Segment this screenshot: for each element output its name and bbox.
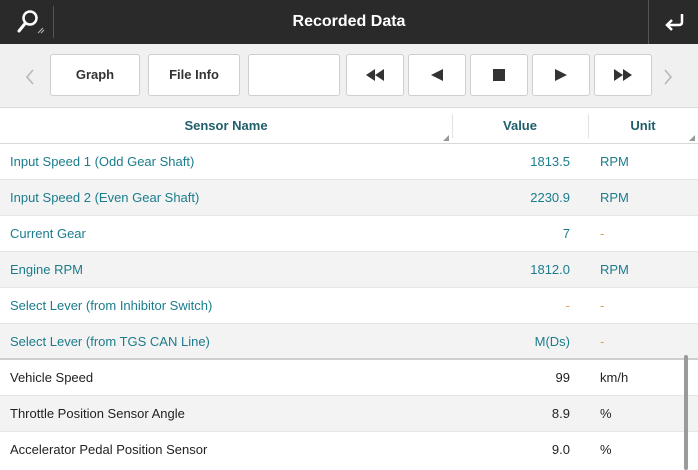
sensor-value: 1813.5 [530, 154, 570, 169]
table-row[interactable]: Current Gear 7 - [0, 216, 698, 252]
sensor-name: Vehicle Speed [10, 370, 94, 385]
back-button[interactable] [648, 0, 698, 44]
table-row[interactable]: Accelerator Pedal Position Sensor 9.0 % [0, 432, 698, 470]
sensor-name: Input Speed 1 (Odd Gear Shaft) [10, 154, 195, 169]
sensor-name: Select Lever (from TGS CAN Line) [10, 334, 210, 349]
stop-icon [493, 69, 505, 81]
column-header-value[interactable]: Value [452, 108, 588, 144]
sensor-name: Input Speed 2 (Even Gear Shaft) [10, 190, 200, 205]
column-header-label: Unit [630, 118, 656, 133]
file-info-button[interactable]: File Info [148, 54, 240, 96]
sensor-name: Engine RPM [10, 262, 83, 277]
resize-handle-icon[interactable] [689, 135, 695, 141]
graph-button[interactable]: Graph [50, 54, 140, 96]
sensor-unit: % [600, 406, 612, 421]
sensor-value: 99 [555, 370, 570, 385]
table-row[interactable]: Input Speed 1 (Odd Gear Shaft) 1813.5 RP… [0, 144, 698, 180]
table-row[interactable]: Select Lever (from Inhibitor Switch) - - [0, 288, 698, 324]
chevron-left-icon[interactable] [24, 68, 36, 86]
sensor-name: Current Gear [10, 226, 86, 241]
sensor-unit: RPM [600, 190, 629, 205]
table-row[interactable]: Vehicle Speed 99 km/h [0, 360, 698, 396]
sensor-unit: RPM [600, 262, 629, 277]
table-row[interactable]: Engine RPM 1812.0 RPM [0, 252, 698, 288]
rewind-icon [366, 69, 384, 81]
sensor-value: 1812.0 [530, 262, 570, 277]
title-bar: Recorded Data [0, 0, 698, 44]
sensor-unit: km/h [600, 370, 629, 385]
sensor-name: Select Lever (from Inhibitor Switch) [10, 298, 213, 313]
stop-button[interactable] [470, 54, 528, 96]
resize-handle-icon[interactable] [443, 135, 449, 141]
sensor-value: - [565, 298, 570, 313]
table-row[interactable]: Select Lever (from TGS CAN Line) M(Ds) - [0, 324, 698, 360]
play-icon [555, 69, 567, 81]
sensor-unit: - [600, 226, 605, 241]
sensor-name: Accelerator Pedal Position Sensor [10, 442, 208, 457]
sensor-unit: RPM [600, 154, 629, 169]
fast-forward-icon [614, 69, 632, 81]
play-button[interactable] [532, 54, 590, 96]
sensor-unit: - [600, 298, 605, 313]
rewind-button[interactable] [346, 54, 404, 96]
sensor-value: 2230.9 [530, 190, 570, 205]
fast-forward-button[interactable] [594, 54, 652, 96]
column-header-sensor-name[interactable]: Sensor Name [0, 108, 452, 144]
sensor-name: Throttle Position Sensor Angle [10, 406, 185, 421]
toolbar: Graph File Info [0, 44, 698, 108]
page-title: Recorded Data [292, 13, 406, 30]
sensor-unit: % [600, 442, 612, 457]
column-header-unit[interactable]: Unit [588, 108, 698, 144]
blank-button[interactable] [248, 54, 340, 96]
table-row[interactable]: Throttle Position Sensor Angle 8.9 % [0, 396, 698, 432]
play-reverse-button[interactable] [408, 54, 466, 96]
column-header-label: Sensor Name [184, 118, 268, 133]
scrollbar[interactable] [684, 355, 688, 470]
play-reverse-icon [431, 69, 443, 81]
sensor-value: 8.9 [551, 406, 570, 421]
back-arrow-icon [665, 14, 684, 31]
sensor-value: 9.0 [551, 442, 570, 457]
table-header: Sensor Name Value Unit [0, 108, 698, 144]
sensor-value: M(Ds) [534, 334, 570, 349]
table-row[interactable]: Input Speed 2 (Even Gear Shaft) 2230.9 R… [0, 180, 698, 216]
column-header-label: Value [503, 118, 537, 133]
chevron-right-icon[interactable] [662, 68, 674, 86]
sensor-value: 7 [562, 226, 570, 241]
sensor-unit: - [600, 334, 605, 349]
